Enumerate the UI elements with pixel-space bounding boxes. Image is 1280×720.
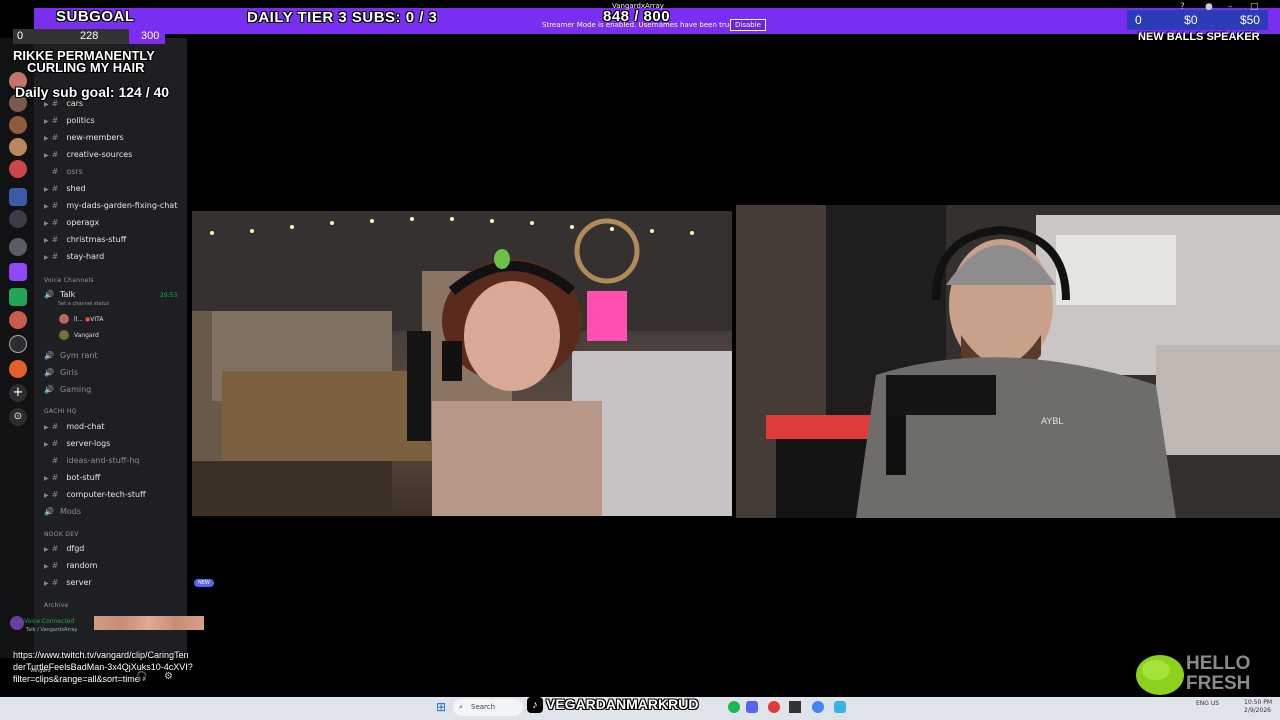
terminal-icon[interactable] (789, 701, 801, 713)
hellofresh-logo: HELLO FRESH (1134, 652, 1274, 698)
channel-shed[interactable]: ▶ # shed (44, 184, 86, 193)
goal-title: NEW BALLS SPEAKER (1138, 31, 1260, 43)
channel-random[interactable]: ▶ # random (44, 561, 97, 570)
clock-time[interactable]: 10:50 PM (1244, 699, 1272, 706)
server-icon[interactable] (9, 160, 27, 178)
start-icon[interactable]: ⊞ (436, 700, 446, 714)
edge-icon[interactable] (834, 701, 846, 713)
channel-bot-stuff[interactable]: ▶ # bot-stuff (44, 473, 100, 482)
discover-icon[interactable]: ⊙ (9, 408, 27, 426)
streamer-mode-notice: Streamer Mode is enabled. Usernames have… (542, 21, 756, 29)
opera-icon[interactable] (768, 701, 780, 713)
goal-caption-line2: CURLING MY HAIR (27, 60, 145, 75)
server-icon[interactable] (9, 210, 27, 228)
chrome-icon[interactable] (812, 701, 824, 713)
add-server-icon[interactable]: + (9, 384, 27, 402)
channel-list: ▶ # cars ▶ # politics ▶ # new-members ▶ # creati… (24, 38, 214, 658)
category-gachi-hq[interactable]: GACHI HQ (44, 408, 77, 415)
voice-connected-channel: Talk / VangardxArray (26, 627, 78, 633)
server-rail: + ⊙ (0, 38, 34, 658)
channel-operagx[interactable]: ▶ # operagx (44, 218, 99, 227)
channel-politics[interactable]: ▶ # politics (44, 116, 95, 125)
channel-server[interactable]: ▶ # server (44, 578, 92, 587)
talk-timer: 29:53 (160, 292, 178, 299)
emote-strip (94, 616, 204, 630)
daily-sub-goal: Daily sub goal: 124 / 40 (15, 84, 170, 100)
daily-tier-counter: DAILY TIER 3 SUBS: 0 / 3 (247, 9, 438, 26)
language-indicator[interactable]: ENG US (1196, 700, 1219, 707)
channel-cars[interactable]: ▶ # cars (44, 99, 83, 108)
tiktok-handle-banner: ♪ VEGARDANMARKRUD (527, 696, 707, 716)
server-icon[interactable] (9, 288, 27, 306)
webcam-left (192, 211, 732, 516)
channel-computer-tech-stuff[interactable]: ▶ # computer-tech-stuff (44, 490, 146, 499)
voice-channel-mods[interactable]: 🔊 Mods (44, 507, 81, 516)
server-icon[interactable] (9, 238, 27, 256)
discord-icon[interactable] (746, 701, 758, 713)
search-icon: ⌕ (459, 703, 463, 711)
voice-connected-status: Voice Connected (24, 618, 75, 625)
channel-garden[interactable]: ▶ # my-dads-garden-fixing-chat (44, 201, 177, 210)
category-voice-channels[interactable]: Voice Channels (44, 277, 94, 284)
twitch-server-icon[interactable] (9, 263, 27, 281)
taskbar-search[interactable]: ⌕ Search (453, 699, 523, 716)
tiktok-icon: ♪ (527, 697, 543, 714)
counter-right: $50 (1239, 13, 1260, 27)
channel-server-logs[interactable]: ▶ # server-logs (44, 439, 110, 448)
avatar (59, 330, 69, 340)
channel-creative-sources[interactable]: ▶ # creative-sources (44, 150, 132, 159)
new-badge: NEW (194, 579, 214, 587)
category-archive[interactable]: Archive (44, 602, 69, 609)
channel-osrs[interactable]: ▶#osrs (44, 167, 83, 176)
voice-channel-gaming[interactable]: 🔊 Gaming (44, 385, 91, 394)
disable-streamer-mode-button[interactable]: Disable (730, 19, 766, 31)
hellofresh-text: HELLO FRESH (1186, 653, 1251, 694)
server-icon[interactable] (9, 335, 27, 353)
settings-gear-icon[interactable]: ⚙ (164, 671, 173, 682)
channel-christmas-stuff[interactable]: ▶ # christmas-stuff (44, 235, 126, 244)
category-nook-dev[interactable]: NOOK DEV (44, 531, 79, 538)
avatar (59, 314, 69, 324)
webcam-left-scene (192, 211, 732, 516)
channel-stay-hard[interactable]: ▶ # stay-hard (44, 252, 104, 261)
voice-user-1[interactable]: ll... ●VITA (74, 316, 103, 323)
server-icon[interactable] (9, 116, 27, 134)
donation-counter: 0 $0 $50 (1127, 10, 1268, 30)
counter-left: 0 (1135, 13, 1142, 27)
voice-channel-talk[interactable]: 🔊 Talk (44, 290, 75, 299)
server-icon[interactable] (9, 311, 27, 329)
voice-channel-girls[interactable]: 🔊 Girls (44, 368, 78, 377)
server-icon[interactable] (9, 138, 27, 156)
counter-mid: $0 (1184, 13, 1198, 27)
channel-dfgd[interactable]: ▶ # dfgd (44, 544, 84, 553)
goal-end: 300 (141, 30, 160, 42)
clock-date[interactable]: 2/9/2026 (1244, 707, 1271, 714)
subgoal-label: SUBGOAL (56, 8, 135, 25)
channel-ideas[interactable]: ▶#ideas-and-stuff-hq (44, 456, 140, 465)
user-panel-name: Vangard (30, 668, 51, 674)
channel-status[interactable]: Set a channel status (58, 301, 109, 307)
server-icon[interactable] (9, 360, 27, 378)
headphones-icon[interactable]: 🎧 (136, 672, 147, 682)
shirt-logo-aybl: AYBL (1041, 416, 1063, 426)
goal-progress-fill (13, 29, 129, 44)
channel-mod-chat[interactable]: ▶ # mod-chat (44, 422, 105, 431)
user-avatar (10, 616, 24, 630)
server-icon[interactable] (9, 188, 27, 206)
goal-start: 0 (17, 30, 24, 42)
spotify-icon[interactable] (728, 701, 740, 713)
goal-current: 228 (80, 30, 99, 42)
channel-new-members[interactable]: ▶ # new-members (44, 133, 124, 142)
webcam-right: AYBL (736, 205, 1280, 518)
voice-channel-gym[interactable]: 🔊 Gym rant (44, 351, 98, 360)
voice-user-2[interactable]: Vangard (74, 332, 99, 339)
webcam-right-scene: AYBL (736, 205, 1280, 518)
goal-progress-bar: 0 228 300 (13, 29, 165, 44)
